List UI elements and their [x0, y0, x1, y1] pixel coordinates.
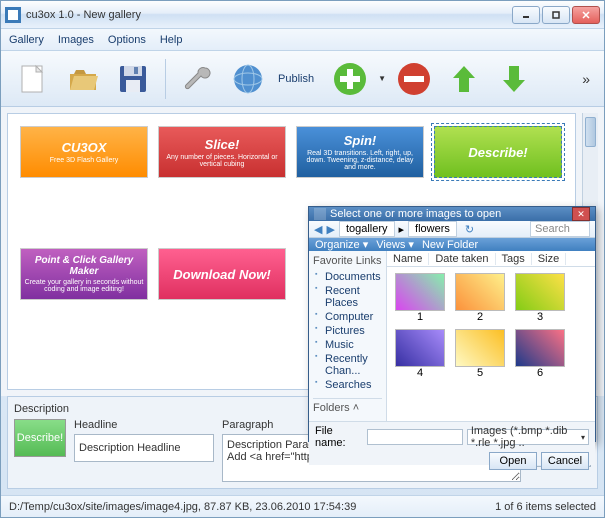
- remove-button[interactable]: [392, 57, 436, 101]
- file-thumb: [455, 273, 505, 311]
- scroll-thumb[interactable]: [585, 117, 596, 147]
- dialog-file-list: Name Date taken Tags Size 1 2 3 4 5 6: [387, 251, 595, 421]
- status-left: D:/Temp/cu3ox/site/images/image4.jpg, 87…: [9, 501, 356, 513]
- filename-input[interactable]: [367, 429, 463, 445]
- dialog-icon: [314, 208, 326, 220]
- move-down-button[interactable]: [492, 57, 536, 101]
- organize-menu[interactable]: Organize ▾: [315, 238, 368, 251]
- thumbs-row-1: CU3OXFree 3D Flash Gallery Slice!Any num…: [20, 126, 563, 178]
- separator: [165, 59, 166, 99]
- publish-button[interactable]: [226, 57, 270, 101]
- chevron-right-icon: ▸: [399, 223, 405, 236]
- dialog-sidebar: Favorite Links Documents Recent Places C…: [309, 251, 387, 421]
- main-window: cu3ox 1.0 - New gallery Gallery Images O…: [0, 0, 605, 518]
- folders-heading[interactable]: Folders ˄: [313, 398, 382, 414]
- gallery-thumb[interactable]: Download Now!: [158, 248, 286, 300]
- dialog-nav: ◀ ▶ togallery ▸ flowers ↻ Search: [309, 221, 595, 238]
- menubar: Gallery Images Options Help: [1, 29, 604, 51]
- file-open-dialog[interactable]: Select one or more images to open ✕ ◀ ▶ …: [308, 206, 596, 442]
- file-item[interactable]: 3: [513, 273, 567, 323]
- titlebar[interactable]: cu3ox 1.0 - New gallery: [1, 1, 604, 29]
- app-icon: [5, 7, 21, 23]
- col-size[interactable]: Size: [532, 253, 566, 265]
- headline-column: Headline: [74, 419, 214, 462]
- filename-label: File name:: [315, 425, 363, 449]
- sidebar-heading: Favorite Links: [313, 255, 382, 267]
- headline-label: Headline: [74, 419, 214, 431]
- refresh-icon[interactable]: ↻: [465, 223, 474, 236]
- toolbar-overflow[interactable]: »: [578, 67, 594, 91]
- file-grid[interactable]: 1 2 3 4 5 6: [387, 267, 595, 421]
- window-controls: [512, 6, 600, 24]
- file-item[interactable]: 5: [453, 329, 507, 379]
- new-folder-button[interactable]: New Folder: [422, 239, 478, 251]
- views-menu[interactable]: Views ▾: [376, 238, 414, 251]
- sidebar-item-documents[interactable]: Documents: [313, 270, 382, 284]
- gallery-thumb[interactable]: Slice!Any number of pieces. Horizontal o…: [158, 126, 286, 178]
- minimize-button[interactable]: [512, 6, 540, 24]
- file-thumb: [515, 329, 565, 367]
- gallery-thumb[interactable]: Point & Click Gallery MakerCreate your g…: [20, 248, 148, 300]
- menu-gallery[interactable]: Gallery: [9, 34, 44, 46]
- breadcrumb[interactable]: togallery: [339, 221, 395, 237]
- file-item[interactable]: 4: [393, 329, 447, 379]
- dialog-close-button[interactable]: ✕: [572, 207, 590, 221]
- col-tags[interactable]: Tags: [496, 253, 532, 265]
- save-button[interactable]: [111, 57, 155, 101]
- file-item[interactable]: 2: [453, 273, 507, 323]
- file-item[interactable]: 1: [393, 273, 447, 323]
- publish-label: Publish: [278, 73, 314, 85]
- file-thumb: [395, 329, 445, 367]
- dialog-bottom: File name: Images (*.bmp *.dib *.rle *.j…: [309, 421, 595, 465]
- sidebar-item-searches[interactable]: Searches: [313, 378, 382, 392]
- open-file-button[interactable]: Open: [489, 452, 537, 470]
- maximize-button[interactable]: [542, 6, 570, 24]
- description-thumb: Describe!: [14, 419, 66, 457]
- menu-images[interactable]: Images: [58, 34, 94, 46]
- toolbar: Publish ▼ »: [1, 51, 604, 107]
- dialog-titlebar[interactable]: Select one or more images to open ✕: [309, 207, 595, 221]
- filetype-combo[interactable]: Images (*.bmp *.dib *.rle *.jpg ..: [467, 429, 589, 445]
- nav-back-icon[interactable]: ◀: [314, 223, 322, 236]
- column-headers[interactable]: Name Date taken Tags Size: [387, 251, 595, 267]
- cancel-file-button[interactable]: Cancel: [541, 452, 589, 470]
- file-item[interactable]: 6: [513, 329, 567, 379]
- open-button[interactable]: [61, 57, 105, 101]
- col-date[interactable]: Date taken: [429, 253, 495, 265]
- nav-fwd-icon[interactable]: ▶: [326, 223, 334, 236]
- tools-button[interactable]: [176, 57, 220, 101]
- file-thumb: [515, 273, 565, 311]
- window-title: cu3ox 1.0 - New gallery: [26, 9, 512, 21]
- headline-input[interactable]: [74, 434, 214, 462]
- status-right: 1 of 6 items selected: [495, 501, 596, 513]
- gallery-thumb[interactable]: CU3OXFree 3D Flash Gallery: [20, 126, 148, 178]
- gallery-thumb[interactable]: Spin!Real 3D transitions. Left, right, u…: [296, 126, 424, 178]
- sidebar-item-recent[interactable]: Recent Places: [313, 284, 382, 310]
- dialog-title: Select one or more images to open: [330, 208, 501, 220]
- sidebar-item-music[interactable]: Music: [313, 338, 382, 352]
- search-input[interactable]: Search: [530, 221, 590, 237]
- breadcrumb[interactable]: flowers: [408, 221, 457, 237]
- add-dropdown[interactable]: ▼: [378, 74, 386, 83]
- add-button[interactable]: [328, 57, 372, 101]
- gallery-thumb-selected[interactable]: Describe!: [434, 126, 562, 178]
- menu-options[interactable]: Options: [108, 34, 146, 46]
- menu-help[interactable]: Help: [160, 34, 183, 46]
- file-thumb: [395, 273, 445, 311]
- col-name[interactable]: Name: [387, 253, 429, 265]
- close-button[interactable]: [572, 6, 600, 24]
- file-thumb: [455, 329, 505, 367]
- dialog-body: Favorite Links Documents Recent Places C…: [309, 251, 595, 421]
- statusbar: D:/Temp/cu3ox/site/images/image4.jpg, 87…: [1, 495, 604, 517]
- move-up-button[interactable]: [442, 57, 486, 101]
- new-button[interactable]: [11, 57, 55, 101]
- sidebar-item-pictures[interactable]: Pictures: [313, 324, 382, 338]
- sidebar-item-recently-changed[interactable]: Recently Chan...: [313, 352, 382, 378]
- sidebar-item-computer[interactable]: Computer: [313, 310, 382, 324]
- dialog-toolbar: Organize ▾ Views ▾ New Folder: [309, 238, 595, 251]
